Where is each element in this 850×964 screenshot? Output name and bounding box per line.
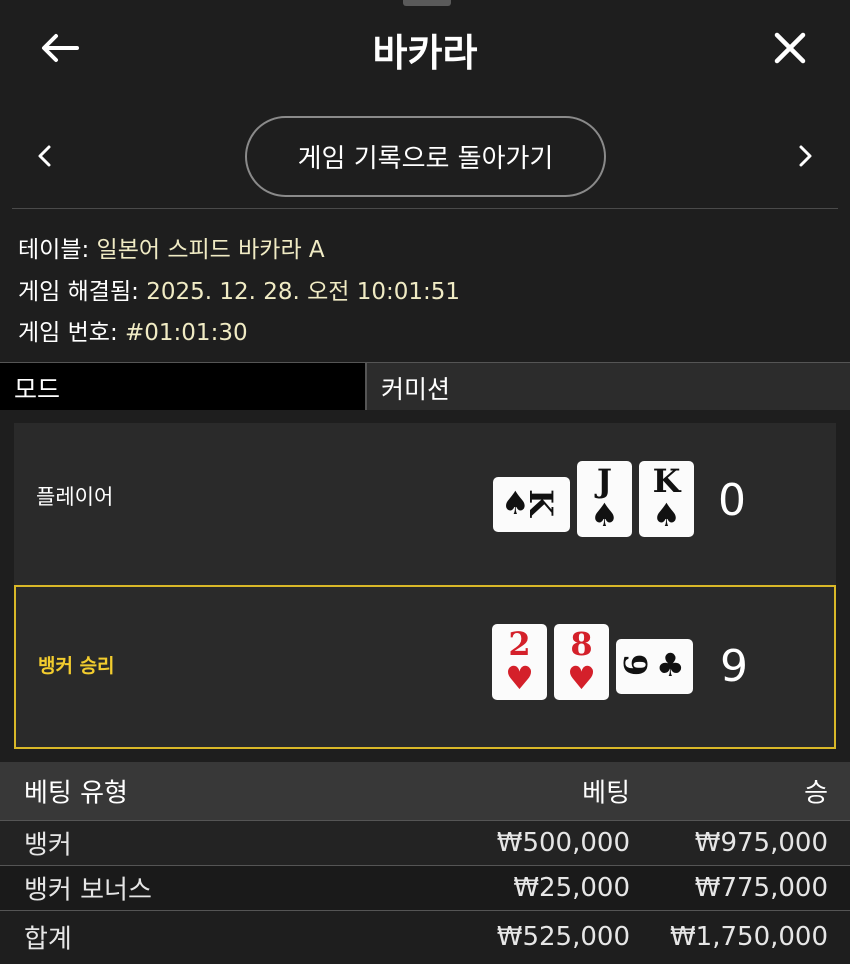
table-info: 테이블: 일본어 스피드 바카라 A — [18, 230, 325, 264]
spade-icon: ♠ — [652, 496, 681, 534]
total-win: ₩1,750,000 — [669, 921, 828, 952]
game-number-info: 게임 번호: #01:01:30 — [18, 313, 248, 347]
previous-game-button[interactable] — [24, 134, 64, 178]
heart-icon: ♥ — [567, 659, 596, 697]
bet-type: 뱅커 보너스 — [24, 875, 152, 906]
player-hand: 플레이어 ♠ K J ♠ K ♠ 0 — [14, 423, 836, 585]
tab-mode[interactable]: 모드 — [0, 363, 367, 410]
total-bet: ₩525,000 — [496, 921, 630, 952]
chevron-right-icon — [799, 145, 812, 167]
table-header: 베팅 유형 베팅 승 — [0, 762, 850, 820]
mode-tabs: 모드 커미션 — [0, 362, 850, 410]
close-button[interactable] — [766, 24, 814, 72]
spade-icon: ♠ — [590, 496, 619, 534]
playing-card: 2 ♥ — [492, 624, 547, 700]
card-rank: K — [521, 489, 560, 517]
playing-card: 8 ♥ — [554, 624, 609, 700]
player-score: 0 — [718, 475, 746, 526]
header: 바카라 — [0, 0, 850, 100]
bet-amount: ₩500,000 — [496, 828, 630, 858]
game-number-value: #01:01:30 — [125, 320, 248, 346]
close-icon — [774, 32, 806, 64]
player-label: 플레이어 — [36, 485, 114, 509]
page-title: 바카라 — [372, 31, 478, 75]
chevron-left-icon — [38, 145, 51, 167]
resolved-info-value: 2025. 12. 28. 오전 10:01:51 — [146, 279, 461, 305]
game-navigation: 게임 기록으로 돌아가기 — [0, 112, 850, 202]
game-number-label: 게임 번호: — [18, 320, 118, 346]
card-rank: 9 — [616, 653, 655, 677]
win-amount: ₩775,000 — [694, 873, 828, 903]
card-rank: K — [652, 462, 681, 500]
card-rank: 2 — [508, 625, 531, 663]
table-total-row: 합계 ₩525,000 ₩1,750,000 — [0, 910, 850, 962]
banker-win-label: 뱅커 승리 — [38, 655, 115, 677]
bets-table: 베팅 유형 베팅 승 뱅커 ₩500,000 ₩975,000 뱅커 보너스 ₩… — [0, 762, 850, 962]
next-game-button[interactable] — [786, 134, 826, 178]
header-bet-type: 베팅 유형 — [24, 778, 128, 809]
card-rank: J — [596, 462, 613, 500]
table-info-value: 일본어 스피드 바카라 A — [96, 237, 325, 263]
back-to-history-button[interactable]: 게임 기록으로 돌아가기 — [245, 116, 606, 197]
playing-card: K ♠ — [639, 461, 694, 537]
tab-commission[interactable]: 커미션 — [367, 363, 850, 410]
bet-amount: ₩25,000 — [513, 873, 630, 903]
divider — [12, 208, 838, 209]
win-amount: ₩975,000 — [694, 828, 828, 858]
header-bet: 베팅 — [582, 778, 630, 809]
total-label: 합계 — [24, 924, 72, 954]
resolved-info: 게임 해결됨: 2025. 12. 28. 오전 10:01:51 — [18, 272, 460, 306]
playing-card: J ♠ — [577, 461, 632, 537]
club-icon: ♣ — [656, 646, 685, 684]
header-win: 승 — [804, 778, 828, 809]
banker-hand: 뱅커 승리 2 ♥ 8 ♥ 9 ♣ 9 — [14, 585, 836, 749]
bet-type: 뱅커 — [24, 830, 72, 861]
heart-icon: ♥ — [505, 659, 534, 697]
table-info-label: 테이블: — [18, 237, 90, 263]
resolved-info-label: 게임 해결됨: — [18, 279, 139, 305]
table-row: 뱅커 ₩500,000 ₩975,000 — [0, 820, 850, 865]
banker-score: 9 — [720, 641, 748, 692]
playing-card: 9 ♣ — [616, 639, 693, 694]
hands-panel: 플레이어 ♠ K J ♠ K ♠ 0 뱅커 승리 2 ♥ 8 ♥ 9 ♣ 9 — [14, 423, 836, 749]
card-rank: 8 — [570, 625, 593, 663]
playing-card: ♠ K — [493, 477, 570, 532]
table-row: 뱅커 보너스 ₩25,000 ₩775,000 — [0, 865, 850, 910]
